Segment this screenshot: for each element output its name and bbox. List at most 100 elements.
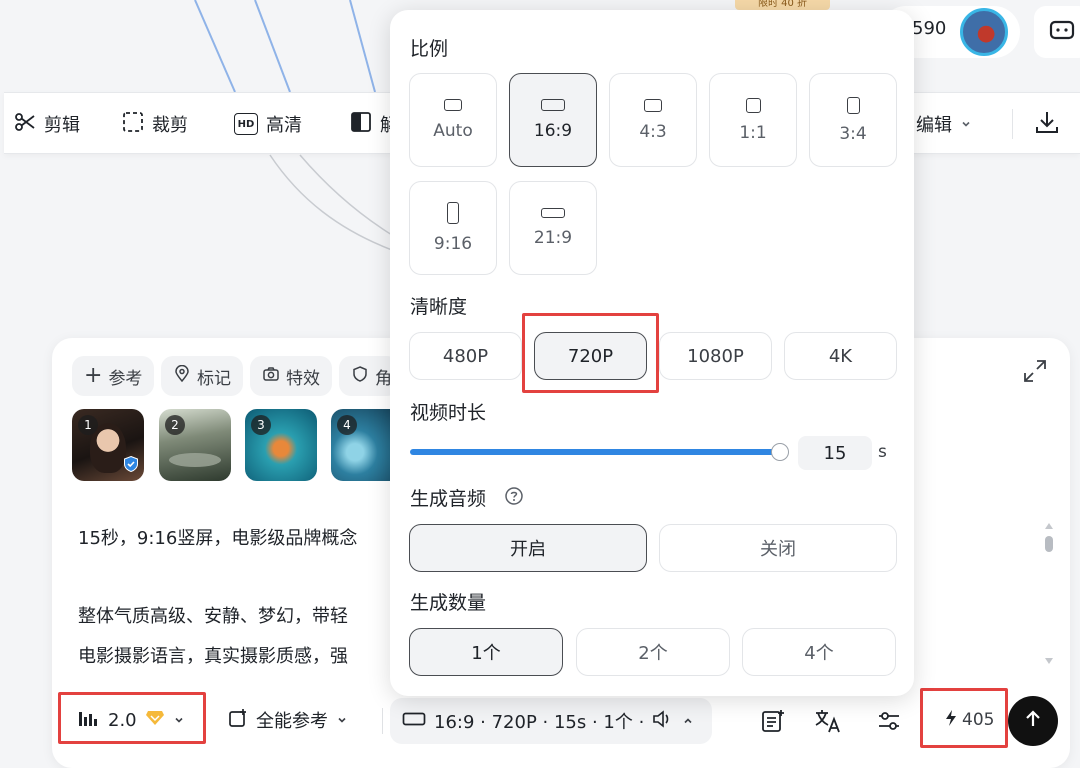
notes-icon[interactable] [760, 708, 786, 738]
highlight-resolution [522, 313, 659, 393]
ratio-shape-icon [444, 99, 462, 111]
cut-button[interactable]: 剪辑 [14, 93, 80, 155]
ratio-shape-icon [644, 98, 662, 112]
count-option-4[interactable]: 4个 [742, 628, 896, 676]
ratio-shape-icon [447, 202, 459, 224]
count-option-2[interactable]: 2个 [576, 628, 730, 676]
add-frame-icon [228, 708, 248, 733]
reference-mode-label: 全能参考 [256, 711, 328, 732]
contrast-icon [350, 111, 372, 138]
resolution-option-480p[interactable]: 480P [409, 332, 522, 380]
shield-icon [351, 365, 369, 388]
effects-chip[interactable]: 特效 [250, 356, 332, 396]
avatar[interactable] [960, 8, 1008, 56]
toolbar-divider [1012, 109, 1013, 139]
chevron-down-icon [336, 710, 348, 731]
resolution-section-title: 清晰度 [410, 296, 468, 318]
reference-thumbnail[interactable]: 2 [159, 409, 231, 481]
ratio-shape-icon [745, 97, 761, 113]
reference-chip-label: 参考 [108, 368, 143, 389]
ratio-option-9-16[interactable]: 9:16 [409, 181, 497, 275]
count-section-title: 生成数量 [410, 592, 487, 614]
adjust-icon[interactable] [876, 708, 902, 738]
pin-icon [173, 364, 191, 388]
ratio-option-auto[interactable]: Auto [409, 73, 497, 167]
help-icon[interactable] [504, 486, 524, 510]
effects-chip-label: 特效 [286, 368, 320, 389]
ratio-label: 4:3 [639, 121, 667, 142]
hd-icon: HD [234, 113, 258, 135]
crop-icon [122, 111, 144, 138]
generation-settings-button[interactable]: 16:9 · 720P · 15s · 1个 · [390, 698, 712, 744]
edit-label: 编辑 [916, 115, 952, 136]
thumbnail-index: 1 [78, 415, 98, 435]
speaker-icon [652, 709, 674, 734]
reference-thumbnail[interactable]: 3 [245, 409, 317, 481]
download-button[interactable] [1034, 93, 1060, 155]
reference-thumbnail[interactable]: 1 [72, 409, 144, 481]
audio-section-title: 生成音频 [410, 488, 487, 510]
bottom-divider [382, 708, 383, 734]
ratio-option-1-1[interactable]: 1:1 [709, 73, 797, 167]
cut-label: 剪辑 [44, 115, 80, 136]
audio-off-button[interactable]: 关闭 [659, 524, 897, 572]
verified-shield-icon [122, 455, 140, 477]
thumbnail-index: 2 [165, 415, 185, 435]
ratio-label: 9:16 [433, 234, 473, 254]
thumbnail-index: 4 [337, 415, 357, 435]
ratio-section-title: 比例 [410, 38, 449, 60]
duration-slider-thumb[interactable] [771, 443, 789, 461]
prompt-scrollbar[interactable] [1044, 520, 1054, 670]
aspect-ratio-icon [402, 711, 426, 732]
promo-badge[interactable]: 限时 40 折 [735, 0, 830, 10]
prompt-text-line[interactable]: 整体气质高级、安静、梦幻，带轻 [78, 602, 348, 628]
duration-unit: s [878, 442, 887, 462]
reference-thumbnail[interactable]: 4 [331, 409, 391, 481]
hd-button[interactable]: HD 高清 [234, 93, 302, 155]
download-icon [1034, 109, 1060, 140]
ratio-shape-icon [846, 96, 860, 114]
camera-icon [262, 365, 280, 388]
ratio-option-16-9[interactable]: 16:9 [509, 73, 597, 167]
reference-mode-button[interactable]: 全能参考 [228, 698, 348, 742]
top-tool-button[interactable] [1034, 6, 1080, 58]
expand-icon[interactable] [1022, 358, 1048, 388]
send-button[interactable] [1008, 696, 1058, 746]
ratio-shape-icon [541, 208, 565, 218]
ratio-shape-icon [541, 99, 565, 111]
scissors-icon [14, 111, 36, 138]
crop-button[interactable]: 裁剪 [122, 93, 188, 155]
arrow-up-icon [1022, 708, 1044, 734]
mark-chip-label: 标记 [197, 368, 231, 389]
prompt-text-line[interactable]: 电影摄影语言，真实摄影质感，强 [78, 642, 348, 668]
ratio-option-4-3[interactable]: 4:3 [609, 73, 697, 167]
duration-slider-track[interactable] [410, 449, 780, 455]
chevron-down-icon [960, 114, 972, 135]
translate-icon[interactable] [814, 708, 842, 738]
duration-value-input[interactable]: 15 [798, 436, 872, 470]
resolution-option-4k[interactable]: 4K [784, 332, 897, 380]
ratio-label: 3:4 [839, 123, 867, 144]
reference-chip[interactable]: + 参考 [72, 356, 155, 396]
chevron-up-icon [682, 711, 694, 732]
hd-label: 高清 [266, 115, 302, 136]
highlight-credits-cost [920, 688, 1008, 748]
highlight-model-version [58, 692, 206, 744]
ratio-label: 16:9 [533, 121, 573, 141]
prompt-text-line[interactable]: 15秒，9:16竖屏，电影级品牌概念 [78, 524, 357, 550]
ratio-label: 1:1 [739, 122, 767, 143]
edit-dropdown[interactable]: 编辑 [916, 93, 972, 155]
crop-label: 裁剪 [152, 115, 188, 136]
mark-chip[interactable]: 标记 [161, 356, 243, 396]
duration-section-title: 视频时长 [410, 402, 487, 424]
count-option-1[interactable]: 1个 [409, 628, 563, 676]
resolution-option-1080p[interactable]: 1080P [659, 332, 772, 380]
ratio-label: 21:9 [533, 228, 573, 248]
ratio-option-3-4[interactable]: 3:4 [809, 73, 897, 167]
thumbnail-index: 3 [251, 415, 271, 435]
ratio-label: Auto [433, 121, 473, 141]
audio-on-button[interactable]: 开启 [409, 524, 647, 572]
plus-icon: + [84, 363, 103, 388]
credits-count: 590 [912, 18, 947, 39]
ratio-option-21-9[interactable]: 21:9 [509, 181, 597, 275]
